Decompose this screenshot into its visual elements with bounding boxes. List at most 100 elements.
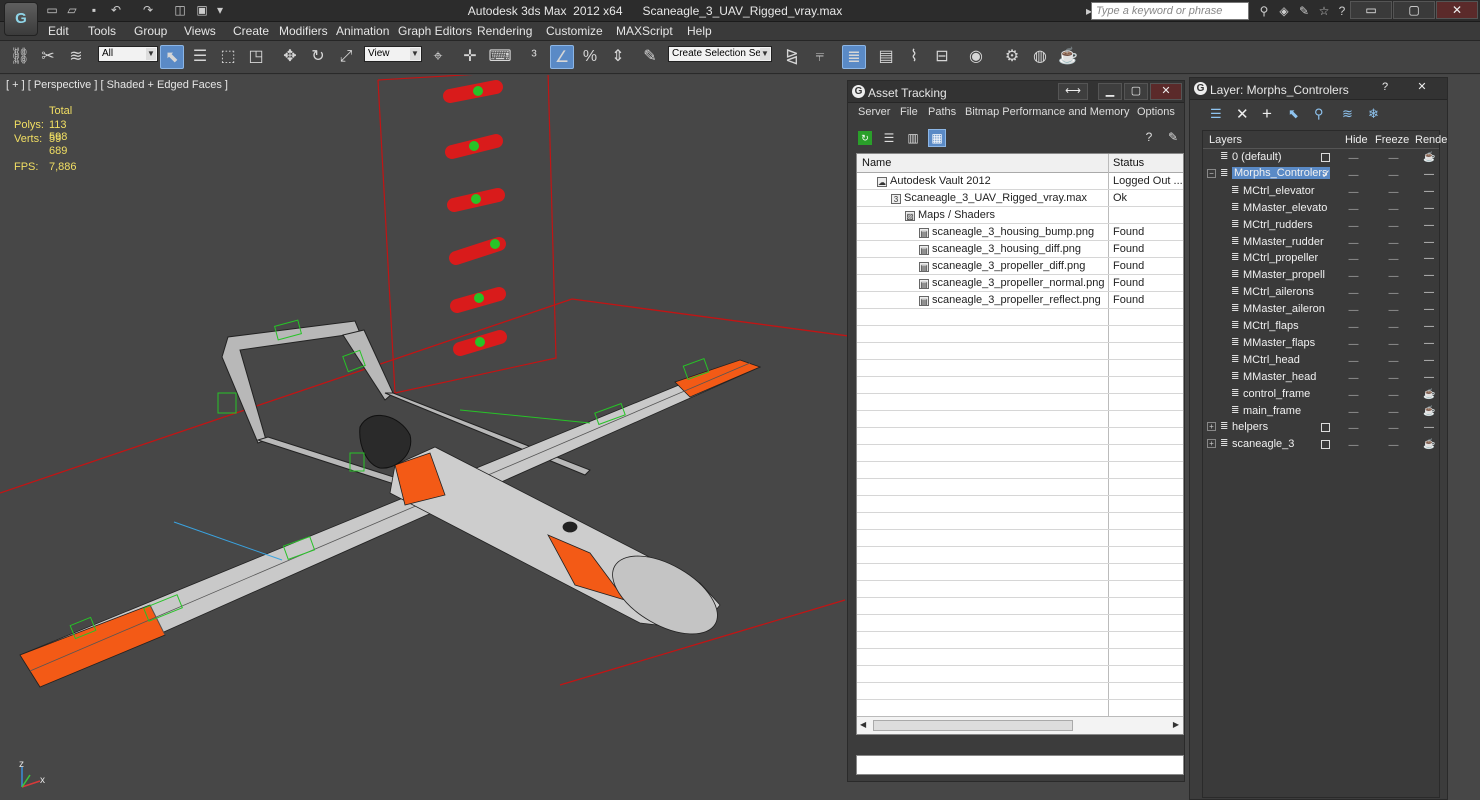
column-name-header[interactable]: Name [862,157,891,169]
hide-toggle[interactable]: — [1348,339,1359,350]
scroll-right-icon[interactable]: ▶ [1173,720,1179,729]
layer-manager-icon[interactable]: ≣ [842,45,866,69]
app-logo-icon[interactable]: G [4,2,38,36]
asset-row[interactable]: ▤ scaneagle_3_housing_diff.png Found [857,241,1183,258]
hide-toggle[interactable]: — [1348,221,1359,232]
controller-slider[interactable] [453,330,507,356]
render-toggle[interactable]: — [1423,220,1435,231]
hide-toggle[interactable]: — [1348,390,1359,401]
close-button[interactable]: ✕ [1150,83,1182,100]
hide-toggle[interactable]: — [1348,204,1359,215]
redo-icon[interactable]: ↷ [140,3,156,18]
layer-row[interactable]: ≣ MCtrl_elevator — — — [1203,183,1439,200]
subscription-icon[interactable]: ◈ [1275,3,1293,19]
layer-row[interactable]: ≣ MCtrl_ailerons — — — [1203,284,1439,301]
hide-toggle[interactable]: — [1348,373,1359,384]
layer-row[interactable]: ≣ MMaster_rudder — — — [1203,234,1439,251]
select-move-icon[interactable]: ✥ [278,45,302,69]
undo-icon[interactable]: ↶ [108,3,124,18]
help-icon[interactable]: ? [1333,3,1351,19]
controller-slider[interactable] [449,237,506,265]
align-icon[interactable]: ⫧ [808,45,832,69]
delete-layer-icon[interactable]: ✕ [1236,105,1252,123]
hide-toggle[interactable]: — [1348,423,1359,434]
refresh-icon[interactable]: ↻ [858,131,872,145]
select-scale-icon[interactable]: ⤢ [334,45,358,69]
reference-coordinate-dropdown[interactable]: View ▼ [364,46,422,62]
freeze-toggle[interactable]: — [1388,170,1399,181]
list-view-icon[interactable]: ☰ [882,131,896,145]
asset-tracking-titlebar[interactable]: G Asset Tracking ⟷ ▁ ▢ ✕ [848,81,1184,103]
edit-named-selection-icon[interactable]: ✎ [638,45,662,69]
freeze-toggle[interactable]: — [1388,339,1399,350]
menu-options[interactable]: Options [1137,106,1175,118]
communication-center-icon[interactable]: ✎ [1295,3,1313,19]
layer-row[interactable]: ≣ MCtrl_propeller — — — [1203,250,1439,267]
render-setup-icon[interactable]: ⚙ [1000,45,1024,69]
scroll-left-icon[interactable]: ◀ [860,720,866,729]
freeze-toggle[interactable]: — [1388,356,1399,367]
menu-file[interactable]: File [900,106,918,118]
hide-toggle[interactable]: — [1348,271,1359,282]
freeze-toggle[interactable]: — [1388,288,1399,299]
scroll-thumb[interactable] [873,720,1073,731]
expand-toggle-icon[interactable]: − [1207,168,1216,178]
asset-row[interactable]: ▤ scaneagle_3_propeller_diff.png Found [857,258,1183,275]
set-current-layer-checkbox[interactable] [1321,423,1330,433]
render-toggle[interactable]: — [1423,203,1435,214]
schematic-view-icon[interactable]: ⊟ [930,45,954,69]
layer-row[interactable]: ≣ MMaster_aileron — — — [1203,301,1439,318]
freeze-toggle[interactable]: — [1388,373,1399,384]
hide-toggle[interactable]: — [1348,153,1359,164]
rendered-frame-window-icon[interactable]: ◍ [1028,45,1052,69]
menu-tools[interactable]: Tools [88,24,116,38]
freeze-toggle[interactable]: — [1388,153,1399,164]
menu-rendering[interactable]: Rendering [477,24,532,38]
menu-help[interactable]: Help [687,24,712,38]
save-file-icon[interactable]: ▪ [86,3,102,18]
menu-animation[interactable]: Animation [336,24,389,38]
angle-snap-icon[interactable]: ∠ [550,45,574,69]
render-toggle[interactable]: — [1423,186,1435,197]
render-teapot-icon[interactable]: ☕ [1423,389,1435,400]
open-file-icon[interactable]: ▱ [64,3,80,18]
thumbnail-view-icon[interactable]: ▥ [906,131,920,145]
hold-icon[interactable]: ◫ [172,3,188,18]
layer-row[interactable]: ≣ MMaster_propell — — — [1203,267,1439,284]
layer-row[interactable]: ≣ MMaster_flaps — — — [1203,335,1439,352]
highlight-selected-layer-icon[interactable]: ⚲ [1314,106,1330,122]
freeze-toggle[interactable]: — [1388,221,1399,232]
select-object-icon[interactable]: ⬉ [160,45,184,69]
keyboard-shortcut-override-icon[interactable]: ⌨ [488,45,512,69]
asset-row[interactable]: ▤ scaneagle_3_propeller_reflect.png Found [857,292,1183,309]
menu-create[interactable]: Create [233,24,269,38]
render-toggle[interactable]: — [1423,169,1435,180]
select-objects-in-layer-icon[interactable]: ⬉ [1288,106,1304,122]
help-icon[interactable]: ? [1142,130,1156,144]
controller-slider[interactable] [443,80,503,103]
layer-row[interactable]: − ≣ Morphs_Controlers ✓ — — — [1203,166,1439,183]
hide-toggle[interactable]: — [1348,407,1359,418]
table-view-icon[interactable]: ▦ [928,129,946,147]
asset-row[interactable]: ▤ scaneagle_3_propeller_normal.png Found [857,275,1183,292]
layer-row[interactable]: + ≣ scaneagle_3 — — ☕ [1203,436,1439,453]
add-to-layer-icon[interactable]: + [1262,104,1278,123]
horizontal-scrollbar[interactable]: ◀ ▶ [857,716,1183,734]
new-file-icon[interactable]: ▭ [44,3,60,18]
menu-paths[interactable]: Paths [928,106,956,118]
render-toggle[interactable]: — [1423,270,1435,281]
freeze-toggle[interactable]: — [1388,187,1399,198]
layer-row[interactable]: ≣ main_frame — — ☕ [1203,403,1439,420]
expand-toggle-icon[interactable]: + [1207,439,1216,449]
spinner-snap-icon[interactable]: ⇕ [606,45,630,69]
freeze-toggle[interactable]: — [1388,440,1399,451]
link-icon[interactable]: ⛓ [8,45,32,69]
freeze-toggle[interactable]: — [1388,271,1399,282]
freeze-toggle[interactable]: — [1388,238,1399,249]
render-teapot-icon[interactable]: ☕ [1423,152,1435,163]
layer-row[interactable]: ≣ 0 (default) — — ☕ [1203,149,1439,166]
help-search-input[interactable]: Type a keyword or phrase [1091,2,1249,20]
restore-button[interactable]: ▢ [1393,1,1435,19]
freeze-toggle[interactable]: — [1388,407,1399,418]
freeze-toggle[interactable]: — [1388,204,1399,215]
